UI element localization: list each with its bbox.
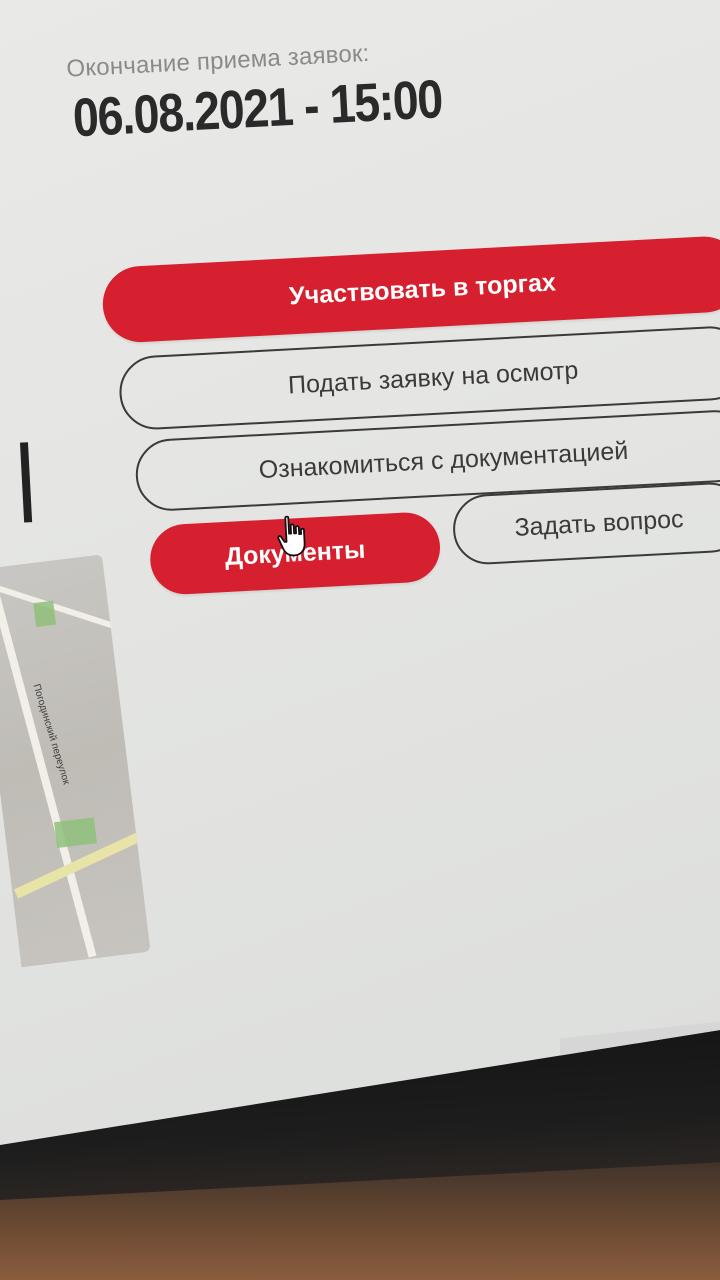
location-map[interactable]: Погодинский переулок [0,554,151,968]
page-content: Окончание приема заявок: 06.08.2021 - 15… [0,0,720,1042]
hand-pointer-icon [277,515,306,557]
participate-button[interactable]: Участвовать в торгах [100,234,720,345]
map-road [0,579,116,629]
screen: Окончание приема заявок: 06.08.2021 - 15… [0,0,720,1145]
map-road [0,569,97,958]
map-park [54,817,97,849]
map-park [33,600,57,627]
ask-question-button[interactable]: Задать вопрос [451,480,720,567]
sidebar-edge [19,442,33,523]
